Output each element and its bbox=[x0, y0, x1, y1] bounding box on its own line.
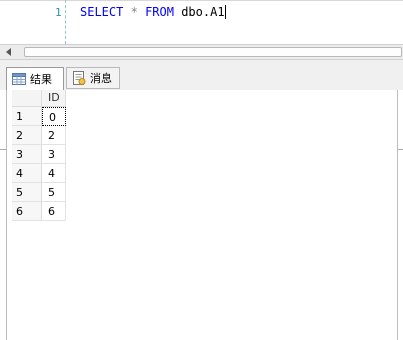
scroll-left-arrow-icon[interactable] bbox=[2, 45, 16, 59]
result-tab-strip: 结果 消息 bbox=[0, 60, 403, 150]
results-panel: ID 1 0 2 2 3 3 4 4 5 5 6 6 bbox=[6, 90, 398, 340]
row-number[interactable]: 6 bbox=[12, 202, 42, 221]
grid-corner-cell[interactable] bbox=[12, 90, 42, 107]
message-icon bbox=[72, 71, 86, 85]
cell-id[interactable]: 5 bbox=[42, 183, 66, 202]
row-number[interactable]: 1 bbox=[12, 107, 42, 126]
cell-id[interactable]: 4 bbox=[42, 164, 66, 183]
cell-id[interactable]: 0 bbox=[42, 107, 66, 126]
row-number[interactable]: 2 bbox=[12, 126, 42, 145]
row-number[interactable]: 3 bbox=[12, 145, 42, 164]
keyword-select: SELECT bbox=[80, 5, 124, 19]
code-line[interactable]: SELECT * FROM dbo.A1 bbox=[80, 5, 226, 19]
scrollbar-thumb[interactable] bbox=[24, 47, 402, 57]
row-number[interactable]: 5 bbox=[12, 183, 42, 202]
tab-messages-label: 消息 bbox=[90, 72, 112, 85]
column-header-id[interactable]: ID bbox=[42, 90, 66, 107]
keyword-from: FROM bbox=[145, 5, 174, 19]
query-editor[interactable]: 1 SELECT * FROM dbo.A1 bbox=[0, 0, 403, 44]
operator-star: * bbox=[130, 5, 138, 19]
row-number[interactable]: 4 bbox=[12, 164, 42, 183]
cell-id[interactable]: 3 bbox=[42, 145, 66, 164]
table-identifier: dbo.A1 bbox=[181, 5, 225, 19]
editor-horizontal-scrollbar[interactable] bbox=[0, 44, 403, 60]
cell-id[interactable]: 2 bbox=[42, 126, 66, 145]
cell-id[interactable]: 6 bbox=[42, 202, 66, 221]
tab-results-label: 结果 bbox=[30, 73, 52, 86]
editor-gutter-divider bbox=[65, 0, 66, 44]
tab-results[interactable]: 结果 bbox=[6, 67, 64, 90]
grid-icon bbox=[12, 72, 26, 86]
line-number: 1 bbox=[55, 6, 62, 19]
editor-top-border bbox=[0, 0, 403, 1]
text-caret bbox=[224, 5, 226, 19]
tab-messages[interactable]: 消息 bbox=[66, 67, 120, 89]
